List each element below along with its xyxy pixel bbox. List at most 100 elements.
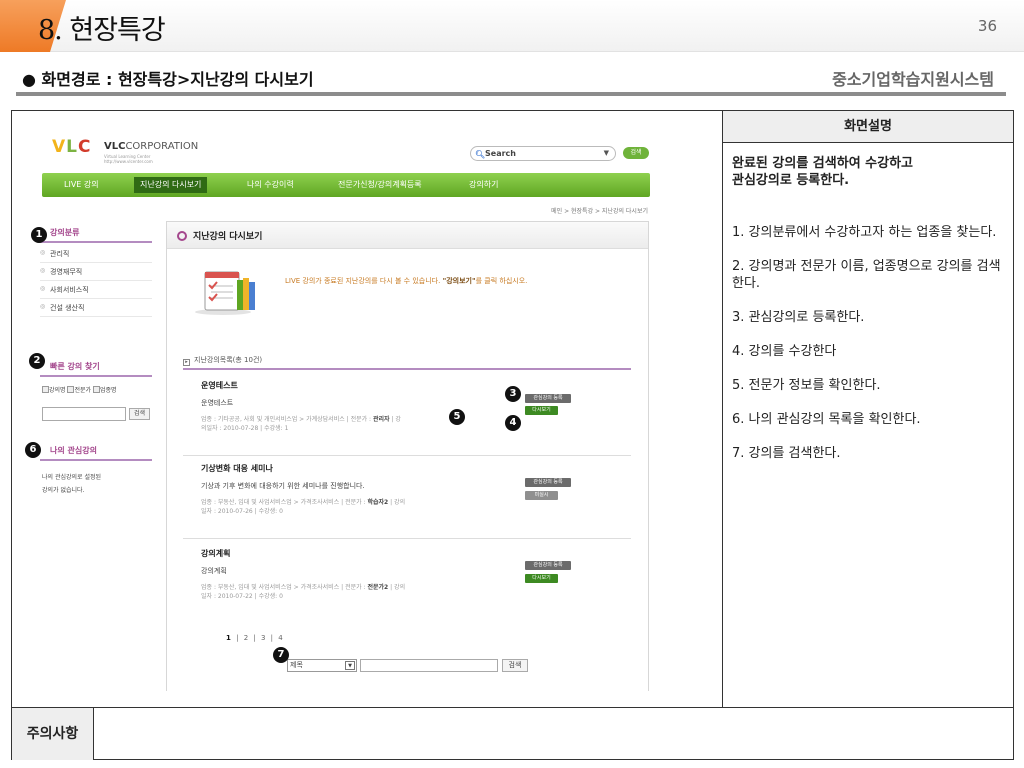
expert-link[interactable]: 전문가2 <box>367 584 388 591</box>
expert-link[interactable]: 관리자 <box>373 416 390 423</box>
chevron-down-icon[interactable]: ▼ <box>345 661 355 670</box>
annotation-marker-1: 1 <box>31 227 47 243</box>
section-number: 8. <box>38 15 63 46</box>
divider <box>183 538 631 539</box>
fast-search-button[interactable]: 검색 <box>129 408 150 420</box>
slide-header: 8. 현장특강 36 <box>0 0 1024 52</box>
select-value: 제목 <box>290 661 303 669</box>
divider <box>12 707 1013 708</box>
list-search-input[interactable] <box>360 659 498 672</box>
meta-text: 업종 : 기타공공, 사회 및 개인서비스업 > 가계상담서비스 | 전문가 : <box>201 416 373 423</box>
nav-item-teach[interactable]: 강의하기 <box>469 173 498 197</box>
section-title: 현장특강 <box>69 15 165 46</box>
system-name: 중소기업학습지원시스템 <box>832 70 994 89</box>
option-label: 강의명 <box>49 387 66 394</box>
divider <box>183 368 631 370</box>
course-title[interactable]: 강의계획 <box>201 548 631 559</box>
favorites-empty-message: 나의 관심강의로 설정된 강의가 없습니다. <box>42 471 152 497</box>
annotation-marker-4: 4 <box>505 415 521 431</box>
annotation-marker-7: 7 <box>273 647 289 663</box>
divider <box>16 92 1006 96</box>
pagination: 1 | 2 | 3 | 4 <box>226 634 283 642</box>
fast-search-heading: 빠른 강의 찾기 <box>40 361 152 377</box>
hero-emphasis: "강의보기" <box>442 277 476 285</box>
caution-label: 주의사항 <box>12 708 94 760</box>
content-title: 지난강의 다시보기 <box>193 232 263 242</box>
description-step: 7. 강의를 검색한다. <box>732 446 841 461</box>
add-favorite-button[interactable]: 관심강의 등록 <box>525 561 571 570</box>
description-step: 5. 전문가 정보를 확인한다. <box>732 378 881 393</box>
meta-text: 의일자 : 2010-07-28 | 수강생: 1 <box>201 425 289 432</box>
add-favorite-button[interactable]: 관심강의 등록 <box>525 394 571 403</box>
checkbox[interactable] <box>42 386 49 393</box>
course-meta: 업종 : 기타공공, 사회 및 개인서비스업 > 가계상담서비스 | 전문가 :… <box>201 415 519 433</box>
search-type-select[interactable]: 제목 ▼ <box>287 659 357 672</box>
add-favorite-button[interactable]: 관심강의 등록 <box>525 478 571 487</box>
meta-text: | 강의 <box>388 584 406 591</box>
logo-corp-bold: VLC <box>104 141 126 152</box>
course-item: 강의계획 강의계획 업종 : 부동산, 임대 및 사업서비스업 > 가격조사서비… <box>201 548 631 601</box>
nav-item-replay[interactable]: 지난강의 다시보기 <box>134 177 208 193</box>
content-header: 지난강의 다시보기 <box>167 222 648 249</box>
meta-text: | 강의 <box>388 499 406 506</box>
site-search-input[interactable]: 🔍︎ Search ▼ <box>470 146 616 161</box>
divider <box>183 455 631 456</box>
page-link[interactable]: 1 <box>226 634 231 642</box>
logo-subtitle: Virtual Learning Center http://www.vlcen… <box>104 154 153 164</box>
list-search-button[interactable]: 검색 <box>502 659 528 672</box>
chevron-down-icon[interactable]: ▼ <box>604 147 609 160</box>
screen-path: ● 화면경로 : 현장특강>지난강의 다시보기 <box>22 70 314 89</box>
main-nav: LIVE 강의 지난강의 다시보기 나의 수강이력 전문가신청/강의계획등록 강… <box>42 173 650 197</box>
sidebar-item-category[interactable]: 경영재무직 <box>40 263 152 281</box>
search-text: Search <box>485 149 516 158</box>
site-search-button[interactable]: 검색 <box>623 147 649 159</box>
favorites-heading[interactable]: 나의 관심강의 <box>40 445 152 461</box>
page-number: 36 <box>977 17 997 35</box>
replay-button[interactable]: 다시보기 <box>525 574 558 583</box>
slide-title: 8. 현장특강 <box>38 8 166 47</box>
hero-text: LIVE 강의가 종료된 지난강의를 다시 볼 수 있습니다. <box>285 277 443 285</box>
meta-text: 업종 : 부동산, 임대 및 사업서비스업 > 가격조사서비스 | 전문가 : <box>201 584 368 591</box>
logo-sub-line: http://www.vlcenter.com <box>104 159 153 164</box>
replay-button[interactable]: 다시보기 <box>525 406 558 415</box>
course-title[interactable]: 기상변화 대응 세미나 <box>201 463 631 474</box>
meta-text: | 강 <box>389 416 401 423</box>
fast-search-input[interactable] <box>42 407 126 421</box>
nav-item-expert[interactable]: 전문가신청/강의계획등록 <box>338 173 422 197</box>
category-list: 관리직 경영재무직 사회서비스직 건설 생산직 <box>40 245 152 317</box>
site-logo[interactable]: VLC VLCCORPORATION Virtual Learning Cent… <box>52 137 198 167</box>
annotation-marker-2: 2 <box>29 353 45 369</box>
search-icon: 🔍︎ <box>475 150 486 159</box>
description-steps: 1. 강의분류에서 수강하고자 하는 업종을 찾는다. 2. 강의명과 전문가 … <box>732 224 1004 479</box>
arrow-icon: ▸ <box>183 359 190 366</box>
list-title-text: 지난강의목록(총 10건) <box>194 356 263 364</box>
website-screenshot: VLC VLCCORPORATION Virtual Learning Cent… <box>12 111 710 705</box>
sidebar-categories: 강의분류 관리직 경영재무직 사회서비스직 건설 생산직 <box>40 227 152 317</box>
checkbox[interactable] <box>92 386 100 393</box>
empty-line: 강의가 없습니다. <box>42 487 85 494</box>
nav-item-live[interactable]: LIVE 강의 <box>64 173 99 197</box>
page-link[interactable]: 3 <box>261 634 265 642</box>
breadcrumb: 메인 > 현장특강 > 지난강의 다시보기 <box>551 208 648 215</box>
hero-message: LIVE 강의가 종료된 지난강의를 다시 볼 수 있습니다. "강의보기"를 … <box>285 276 527 286</box>
logo-corp: VLCCORPORATION <box>104 141 198 152</box>
lecture-book-icon <box>195 271 255 315</box>
page-link[interactable]: 4 <box>278 634 282 642</box>
summary-line: 관심강의로 등록한다. <box>732 173 850 188</box>
description-step: 2. 강의명과 전문가 이름, 업종명으로 강의를 검색한다. <box>732 259 1001 291</box>
sidebar-item-category[interactable]: 관리직 <box>40 245 152 263</box>
course-title[interactable]: 운영테스트 <box>201 380 631 391</box>
sidebar-item-category[interactable]: 사회서비스직 <box>40 281 152 299</box>
description-step: 6. 나의 관심강의 목록을 확인한다. <box>732 412 921 427</box>
description-step: 4. 강의를 수강한다 <box>732 344 837 359</box>
page-link[interactable]: 2 <box>244 634 248 642</box>
nav-item-history[interactable]: 나의 수강이력 <box>247 173 294 197</box>
expert-link[interactable]: 학습자2 <box>367 499 388 506</box>
divider <box>722 111 723 707</box>
logo-mark: VLC <box>52 137 92 157</box>
main-content: 지난강의 다시보기 LIVE 강의가 종료된 지난강의를 다시 볼 수 있습니다… <box>166 221 649 691</box>
description-header: 화면설명 <box>723 111 1013 143</box>
sidebar-item-category[interactable]: 건설 생산직 <box>40 299 152 317</box>
option-label: 전문가 <box>74 387 92 394</box>
meta-text: 일자 : 2010-07-22 | 수강생: 0 <box>201 593 283 600</box>
